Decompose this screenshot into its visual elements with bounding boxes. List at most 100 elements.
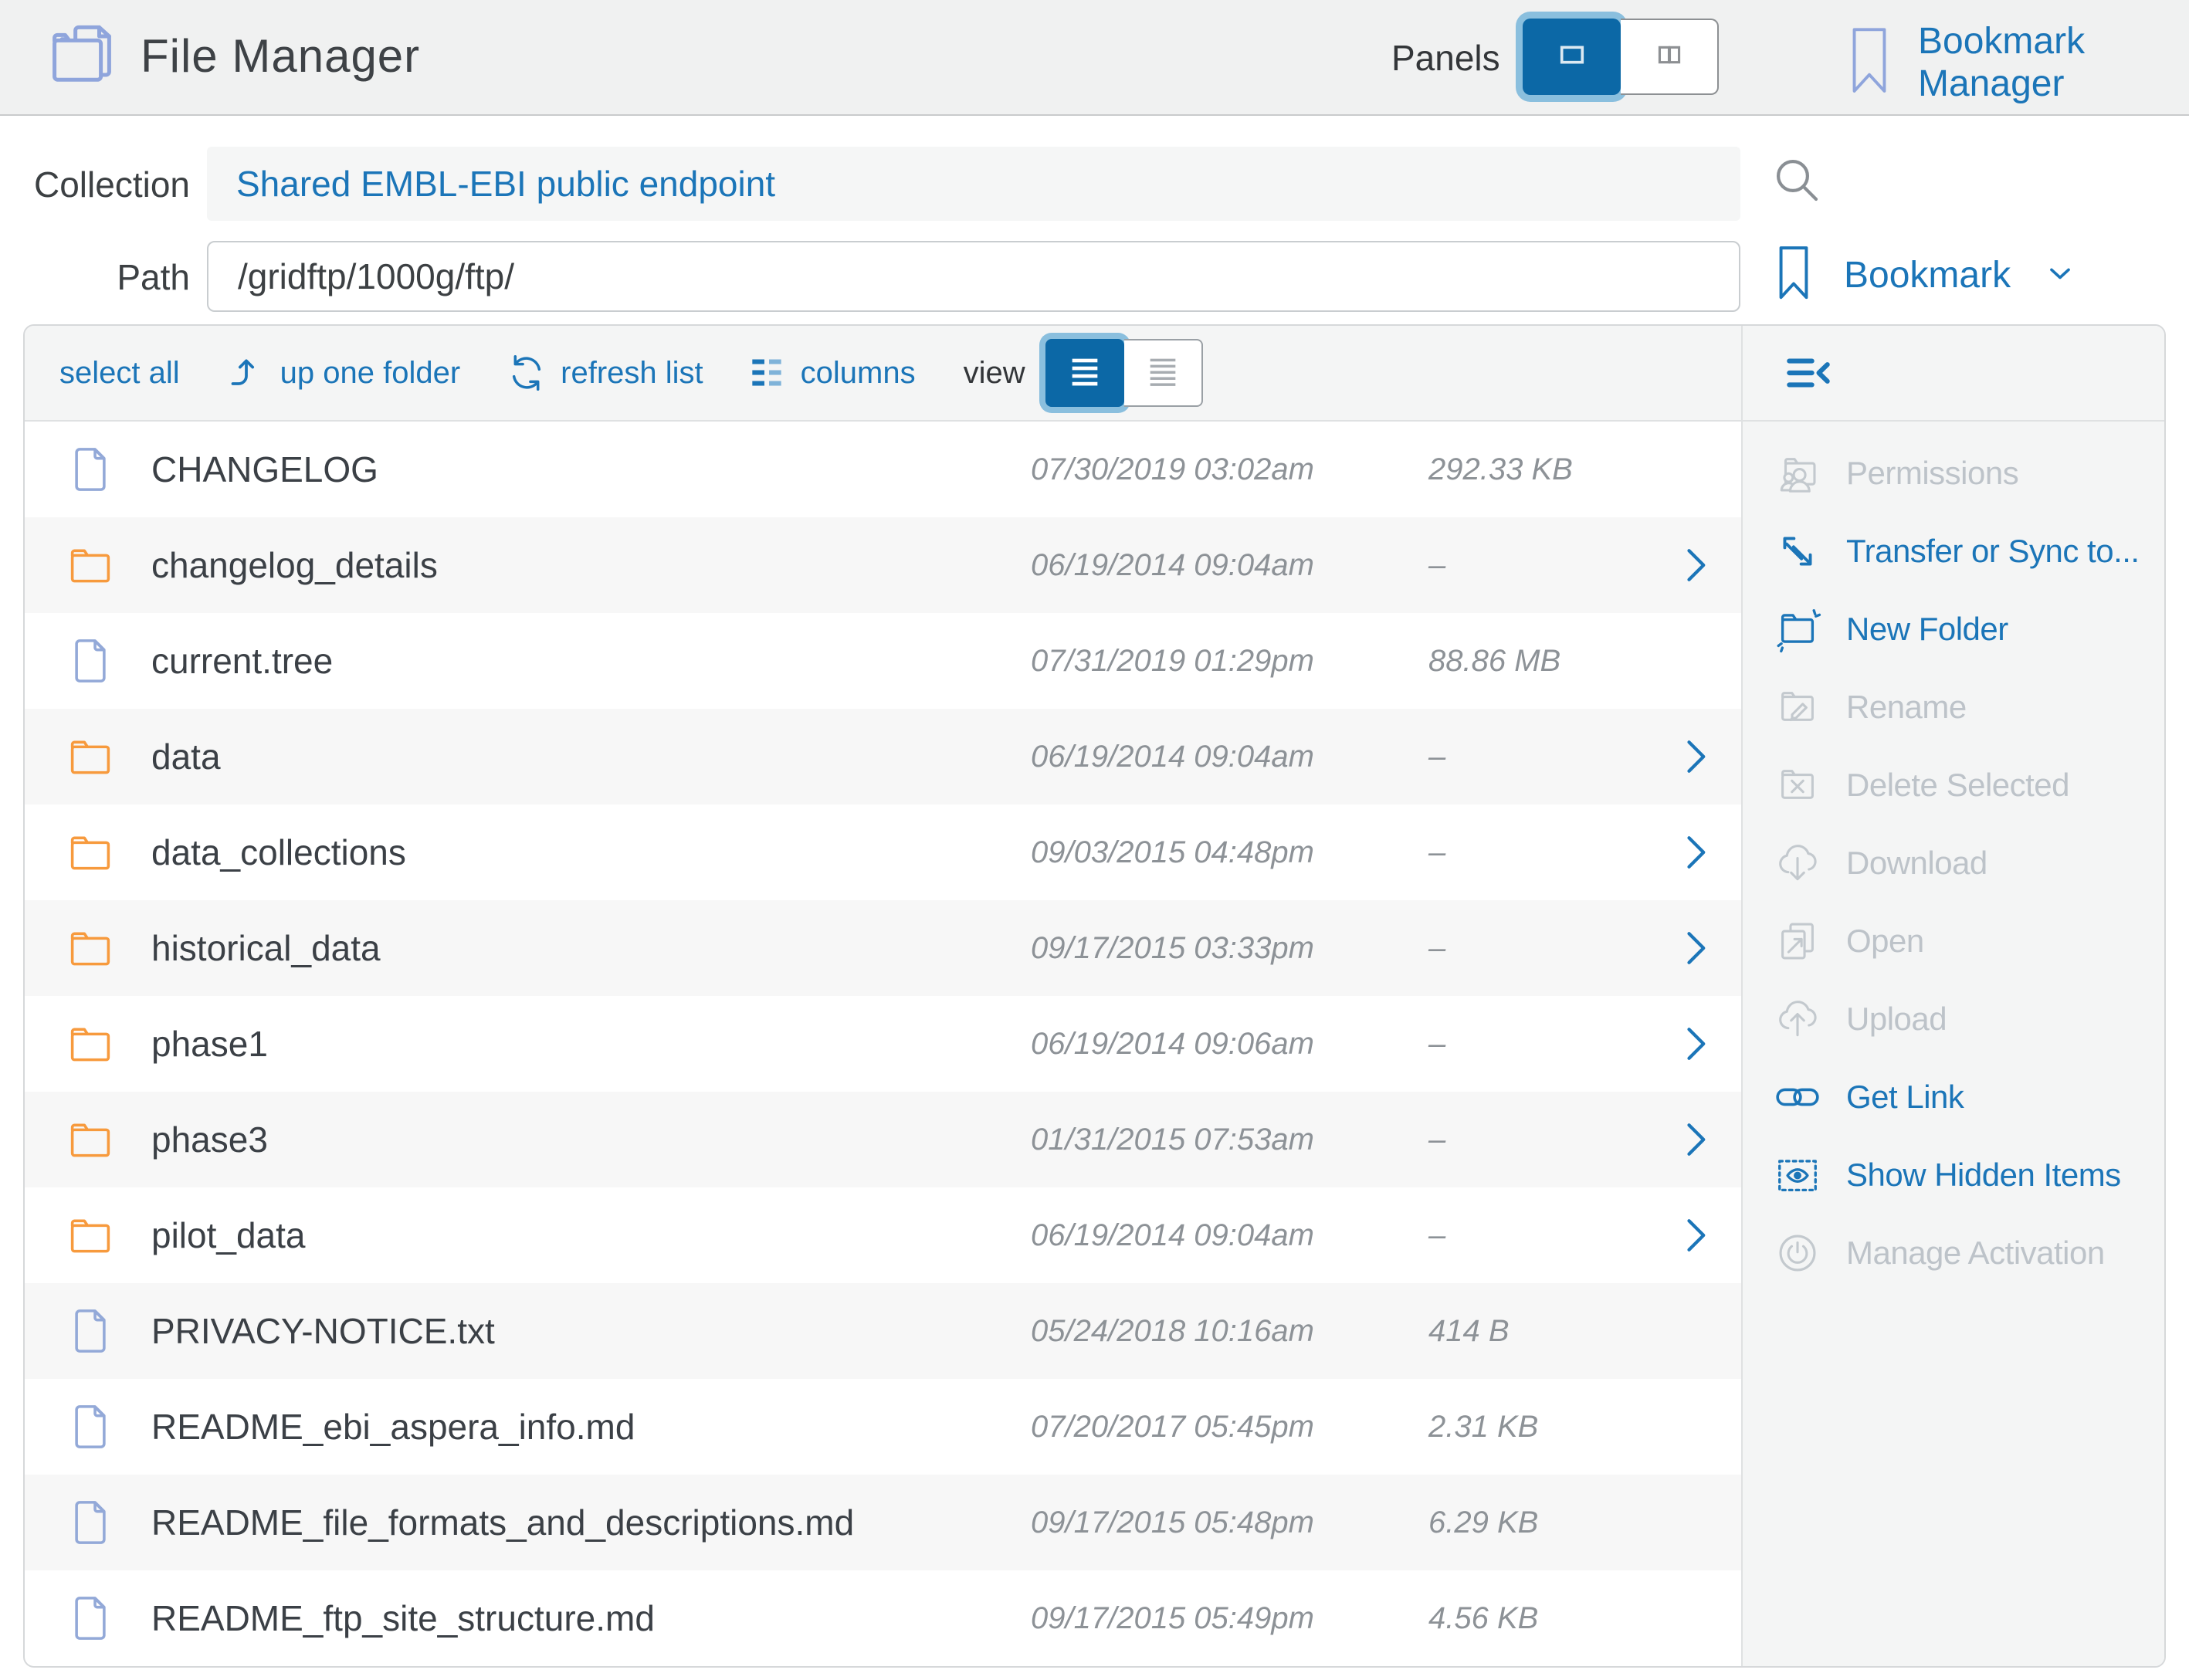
file-name: current.tree (151, 640, 1031, 682)
file-row[interactable]: README_ebi_aspera_info.md07/20/2017 05:4… (25, 1379, 1741, 1475)
file-size: 4.56 KB (1394, 1601, 1672, 1636)
compact-view-button[interactable] (1124, 339, 1203, 407)
refresh-list-label: refresh list (561, 356, 703, 391)
file-list-pane: select all up one folder (25, 326, 1741, 1666)
file-icon (65, 635, 116, 686)
file-row[interactable]: phase106/19/2014 09:06am– (25, 996, 1741, 1092)
folder-icon (65, 827, 116, 878)
file-row[interactable]: current.tree07/31/2019 01:29pm88.86 MB (25, 613, 1741, 709)
file-date: 01/31/2015 07:53am (1031, 1123, 1394, 1157)
list-view-button[interactable] (1045, 339, 1124, 407)
file-icon (65, 444, 116, 495)
file-date: 09/03/2015 04:48pm (1031, 835, 1394, 870)
select-all-button[interactable]: select all (59, 356, 180, 391)
file-row[interactable]: phase301/31/2015 07:53am– (25, 1092, 1741, 1187)
action-download: Download (1743, 824, 2164, 902)
folder-icon (65, 540, 116, 591)
action-show-hidden[interactable]: Show Hidden Items (1743, 1136, 2164, 1214)
action-label: Permissions (1846, 455, 2018, 492)
sidebar-header (1743, 326, 2164, 422)
manage-activation-icon (1774, 1229, 1821, 1277)
action-label: Manage Activation (1846, 1235, 2105, 1272)
file-icon (65, 1497, 116, 1548)
file-size: 292.33 KB (1394, 452, 1672, 487)
file-date: 07/31/2019 01:29pm (1031, 644, 1394, 679)
single-panel-button[interactable] (1523, 19, 1621, 95)
list-view-icon (1063, 350, 1106, 397)
action-label: Download (1846, 845, 1987, 882)
open-icon (1774, 917, 1821, 965)
columns-button[interactable]: columns (745, 351, 916, 395)
file-row[interactable]: data06/19/2014 09:04am– (25, 709, 1741, 804)
open-folder-chevron[interactable] (1672, 829, 1722, 876)
file-name: pilot_data (151, 1214, 1031, 1256)
bookmark-manager-button[interactable]: Bookmark Manager (1847, 20, 2189, 105)
dual-panel-button[interactable] (1621, 19, 1719, 95)
file-size: 88.86 MB (1394, 644, 1672, 679)
open-folder-chevron[interactable] (1672, 1116, 1722, 1163)
file-row[interactable]: data_collections09/03/2015 04:48pm– (25, 804, 1741, 900)
open-folder-chevron[interactable] (1672, 1021, 1722, 1067)
file-name: phase3 (151, 1119, 1031, 1160)
collection-label: Collection (22, 164, 190, 205)
file-date: 09/17/2015 05:48pm (1031, 1506, 1394, 1540)
action-label: Transfer or Sync to... (1846, 533, 2140, 570)
file-size: 414 B (1394, 1314, 1672, 1349)
file-name: PRIVACY-NOTICE.txt (151, 1310, 1031, 1352)
folder-icon (65, 731, 116, 782)
action-label: Show Hidden Items (1846, 1157, 2121, 1194)
up-one-folder-icon (225, 351, 268, 395)
open-folder-chevron[interactable] (1672, 925, 1722, 971)
view-toggle (1045, 339, 1203, 407)
page-title: File Manager (141, 29, 420, 83)
up-one-folder-button[interactable]: up one folder (225, 351, 461, 395)
columns-label: columns (801, 356, 916, 391)
permissions-icon (1774, 449, 1821, 497)
file-size: 6.29 KB (1394, 1506, 1672, 1540)
chevron-placeholder (1672, 446, 1722, 493)
file-row[interactable]: README_file_formats_and_descriptions.md0… (25, 1475, 1741, 1570)
action-get-link[interactable]: Get Link (1743, 1058, 2164, 1136)
file-row[interactable]: pilot_data06/19/2014 09:04am– (25, 1187, 1741, 1283)
file-name: README_ftp_site_structure.md (151, 1597, 1031, 1639)
file-size: 2.31 KB (1394, 1410, 1672, 1445)
search-icon[interactable] (1770, 153, 1825, 208)
collection-input[interactable] (207, 147, 1740, 221)
bookmark-dropdown[interactable]: Bookmark (1776, 244, 2077, 307)
refresh-list-button[interactable]: refresh list (505, 351, 703, 395)
actions-sidebar: Permissions Transfer or Sync to... New F… (1741, 326, 2164, 1666)
get-link-icon (1774, 1073, 1821, 1121)
action-rename: Rename (1743, 668, 2164, 746)
action-delete: Delete Selected (1743, 746, 2164, 824)
file-name: data (151, 736, 1031, 777)
file-row[interactable]: PRIVACY-NOTICE.txt05/24/2018 10:16am414 … (25, 1283, 1741, 1379)
bookmark-icon (1776, 244, 1811, 307)
file-date: 05/24/2018 10:16am (1031, 1314, 1394, 1349)
file-row[interactable]: changelog_details06/19/2014 09:04am– (25, 517, 1741, 613)
file-name: CHANGELOG (151, 449, 1031, 490)
file-name: README_file_formats_and_descriptions.md (151, 1502, 1031, 1543)
file-row[interactable]: CHANGELOG07/30/2019 03:02am292.33 KB (25, 422, 1741, 517)
action-new-folder[interactable]: New Folder (1743, 590, 2164, 668)
collapse-panel-icon[interactable] (1780, 344, 1837, 401)
file-row[interactable]: README_ftp_site_structure.md09/17/2015 0… (25, 1570, 1741, 1666)
open-folder-chevron[interactable] (1672, 733, 1722, 780)
folder-icon (65, 1114, 116, 1165)
chevron-placeholder (1672, 1404, 1722, 1450)
file-manager-page: File Manager Panels (0, 0, 2189, 1680)
bookmark-ribbon-icon (1847, 25, 1892, 100)
action-transfer[interactable]: Transfer or Sync to... (1743, 512, 2164, 590)
file-name: changelog_details (151, 544, 1031, 586)
chevron-placeholder (1672, 1308, 1722, 1354)
file-date: 09/17/2015 03:33pm (1031, 931, 1394, 966)
chevron-placeholder (1672, 1499, 1722, 1546)
file-date: 07/30/2019 03:02am (1031, 452, 1394, 487)
open-folder-chevron[interactable] (1672, 542, 1722, 588)
action-label: Get Link (1846, 1079, 1964, 1116)
file-date: 06/19/2014 09:04am (1031, 740, 1394, 774)
file-row[interactable]: historical_data09/17/2015 03:33pm– (25, 900, 1741, 996)
app-header: File Manager Panels (0, 0, 2189, 116)
action-label: Upload (1846, 1001, 1947, 1038)
open-folder-chevron[interactable] (1672, 1212, 1722, 1258)
path-input[interactable] (207, 241, 1740, 312)
